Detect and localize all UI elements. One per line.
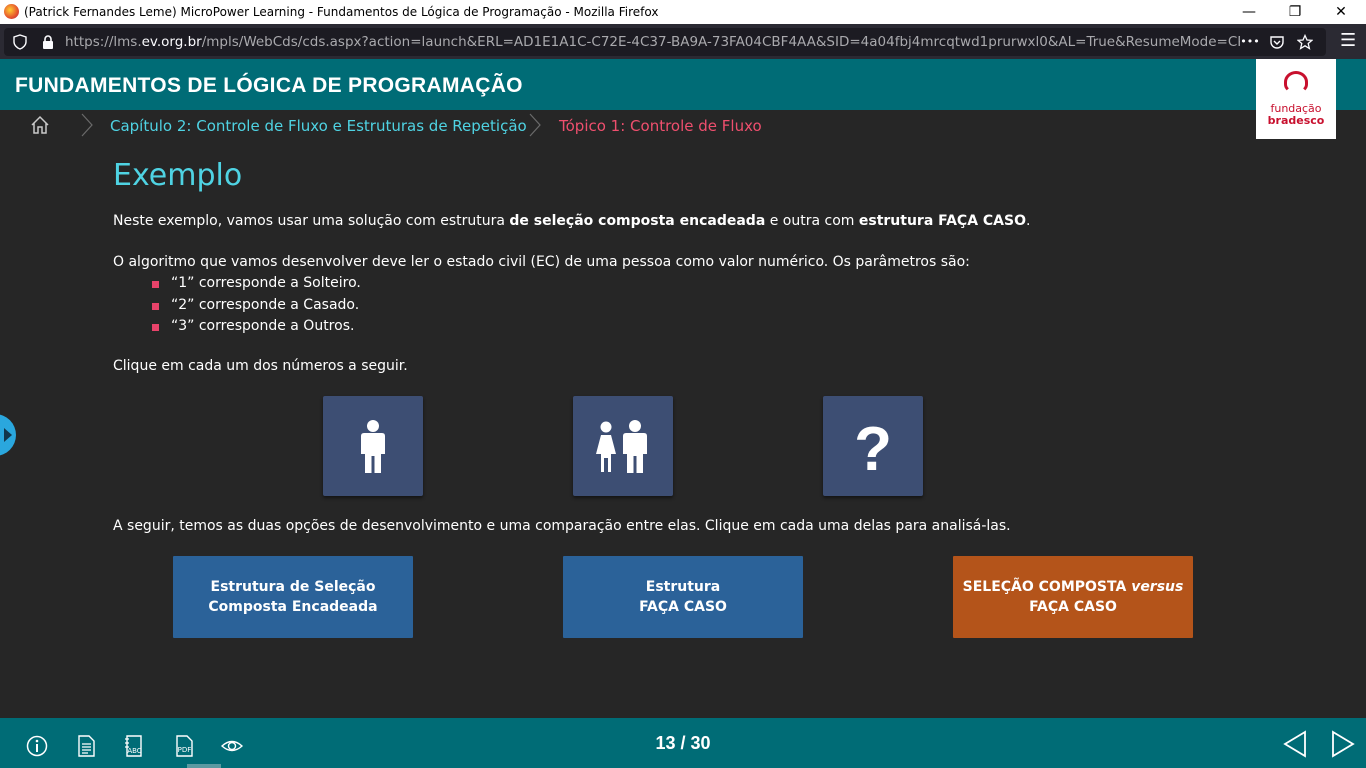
arrow-right-icon [4, 428, 12, 442]
course-header: FUNDAMENTOS DE LÓGICA DE PROGRAMAÇÃO [0, 59, 1366, 110]
single-button[interactable] [323, 396, 423, 496]
breadcrumb-chapter[interactable]: Capítulo 2: Controle de Fluxo e Estrutur… [110, 117, 527, 135]
next-page-icon[interactable] [1330, 730, 1356, 758]
case-structure-button[interactable]: Estrutura FAÇA CASO [563, 556, 803, 638]
algorithm-paragraph: O algoritmo que vamos desenvolver deve l… [113, 254, 970, 270]
window-title: (Patrick Fernandes Leme) MicroPower Lear… [24, 5, 659, 19]
intro-paragraph: Neste exemplo, vamos usar uma solução co… [113, 213, 1031, 229]
click-instruction: Clique em cada um dos números a seguir. [113, 358, 408, 374]
pocket-icon[interactable] [1269, 34, 1285, 50]
browser-title-bar: (Patrick Fernandes Leme) MicroPower Lear… [0, 0, 1366, 24]
restore-icon[interactable]: ❐ [1272, 2, 1318, 22]
close-icon[interactable]: ✕ [1318, 2, 1364, 22]
svg-text:?: ? [854, 415, 892, 484]
progress-indicator [187, 764, 221, 768]
married-button[interactable] [573, 396, 673, 496]
nested-selection-button[interactable]: Estrutura de Seleção Composta Encadeada [173, 556, 413, 638]
breadcrumb-topic[interactable]: Tópico 1: Controle de Fluxo [559, 117, 762, 135]
bookmark-star-icon[interactable] [1296, 33, 1314, 50]
lock-icon[interactable] [40, 34, 56, 50]
url-text[interactable]: https://lms.ev.org.br/mpls/WebCds/cds.as… [65, 34, 1240, 50]
comparison-button[interactable]: SELEÇÃO COMPOSTA versus FAÇA CASO [953, 556, 1193, 638]
question-mark-icon: ? [854, 415, 892, 484]
bullet-square-icon [152, 281, 159, 288]
browser-nav-bar: https://lms.ev.org.br/mpls/WebCds/cds.as… [0, 24, 1366, 59]
shield-icon[interactable] [12, 34, 28, 50]
home-icon[interactable] [30, 115, 50, 135]
single-person-icon [361, 420, 385, 473]
logo-line2: bradesco [1267, 114, 1325, 127]
minimize-icon[interactable]: — [1226, 2, 1272, 22]
page-actions-icon[interactable]: ••• [1240, 34, 1260, 50]
side-menu-toggle[interactable] [0, 414, 16, 456]
firefox-logo-icon [4, 4, 19, 19]
address-bar[interactable]: https://lms.ev.org.br/mpls/WebCds/cds.as… [4, 28, 1326, 56]
bradesco-tree-icon [1284, 71, 1308, 93]
menu-icon[interactable]: ☰ [1340, 30, 1356, 52]
options-instruction: A seguir, temos as duas opções de desenv… [113, 518, 1011, 534]
chevron-right-icon [80, 113, 94, 137]
chevron-right-icon [528, 113, 542, 137]
couple-icon [596, 420, 647, 473]
breadcrumb: Capítulo 2: Controle de Fluxo e Estrutur… [0, 110, 1256, 140]
previous-page-icon[interactable] [1282, 730, 1308, 758]
bullet-square-icon [152, 302, 159, 310]
others-button[interactable]: ? [823, 396, 923, 496]
course-title: FUNDAMENTOS DE LÓGICA DE PROGRAMAÇÃO [15, 74, 523, 97]
bullet-square-icon [152, 324, 159, 331]
fundacao-bradesco-logo: fundação bradesco [1256, 59, 1336, 139]
page-title: Exemplo [113, 158, 243, 193]
page-counter: 13 / 30 [655, 733, 711, 753]
player-footer: ABC PDF 13 / 30 [0, 718, 1366, 768]
